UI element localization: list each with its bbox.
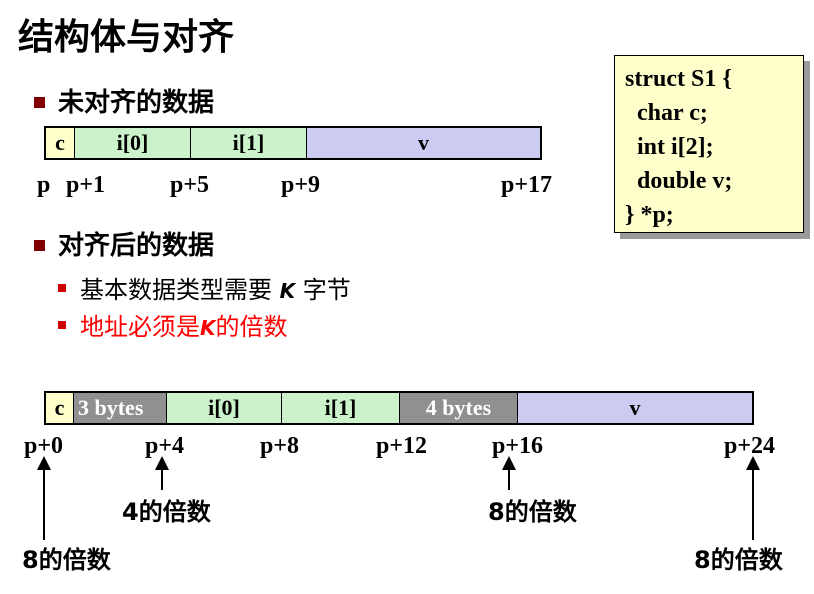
- arrow-shaft: [752, 466, 754, 540]
- code-line: struct S1 {: [625, 66, 732, 92]
- offset-label: p+12: [376, 433, 428, 459]
- arrow-shaft: [43, 466, 45, 540]
- offset-label: p+9: [281, 172, 321, 198]
- code-line: double v;: [625, 168, 733, 194]
- offset-label: p+1: [66, 172, 106, 198]
- field-i0: i[0]: [167, 393, 282, 423]
- bullet-unaligned: [34, 97, 45, 108]
- offset-label: p+17: [501, 172, 553, 198]
- section-unaligned-heading: 未对齐的数据: [58, 88, 215, 118]
- arrow-shaft: [161, 466, 163, 490]
- struct-code-box: struct S1 { char c; int i[2]; double v; …: [614, 55, 804, 233]
- rule-size-text: 基本数据类型需要 K 字节: [80, 270, 351, 305]
- field-c: c: [46, 393, 74, 423]
- rule-size-k: K: [279, 279, 296, 303]
- code-line: int i[2];: [625, 134, 714, 160]
- note-multiple-of-4: 4的倍数: [122, 498, 211, 526]
- field-v: v: [307, 128, 540, 158]
- field-i0: i[0]: [75, 128, 191, 158]
- code-line: char c;: [625, 100, 708, 126]
- padding-3-bytes: 3 bytes: [74, 393, 167, 423]
- rule-address-text: 地址必须是K的倍数: [80, 307, 288, 342]
- offset-label: p+8: [260, 433, 300, 459]
- padding-4-bytes: 4 bytes: [400, 393, 518, 423]
- field-i1: i[1]: [282, 393, 400, 423]
- unaligned-memory-bar: c i[0] i[1] v: [44, 126, 542, 160]
- page-title: 结构体与对齐: [18, 17, 235, 58]
- note-multiple-of-8: 8的倍数: [488, 498, 577, 526]
- section-aligned-heading: 对齐后的数据: [58, 231, 215, 261]
- code-line: } *p;: [625, 202, 674, 228]
- rule-size-prefix: 基本数据类型需要: [80, 276, 280, 304]
- offset-label: p+16: [492, 433, 544, 459]
- arrow-shaft: [508, 466, 510, 490]
- field-v: v: [518, 393, 752, 423]
- offset-label: p+5: [170, 172, 210, 198]
- rule-size-suffix: 字节: [295, 276, 351, 304]
- rule-address-suffix: 的倍数: [215, 313, 288, 341]
- bullet-aligned: [34, 240, 45, 251]
- sub-bullet: [58, 284, 66, 292]
- note-multiple-of-8: 8的倍数: [694, 546, 783, 574]
- sub-bullet: [58, 321, 66, 329]
- field-i1: i[1]: [191, 128, 307, 158]
- note-multiple-of-8: 8的倍数: [22, 546, 111, 574]
- rule-address-prefix: 地址必须是: [80, 313, 200, 341]
- aligned-memory-bar: c 3 bytes i[0] i[1] 4 bytes v: [44, 391, 754, 425]
- field-c: c: [46, 128, 75, 158]
- offset-label: p: [37, 172, 51, 198]
- rule-address-k: K: [200, 316, 216, 340]
